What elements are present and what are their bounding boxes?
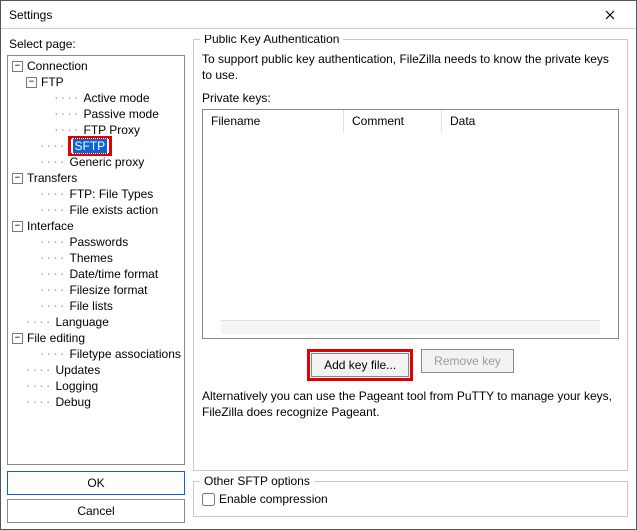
col-comment[interactable]: Comment: [343, 110, 441, 132]
minus-icon[interactable]: −: [12, 333, 23, 344]
table-header: Filename Comment Data: [203, 110, 618, 132]
other-sftp-group: Other SFTP options Enable compression: [193, 481, 628, 517]
select-page-label: Select page:: [9, 37, 185, 51]
window-title: Settings: [9, 8, 52, 22]
pk-group-title: Public Key Authentication: [200, 35, 343, 46]
tree-node-filetype-assoc[interactable]: ····Filetype associations: [26, 346, 184, 362]
dialog-body: Select page: − Connection − FTP: [1, 29, 636, 529]
tree-node-ftp-filetypes[interactable]: ····FTP: File Types: [26, 186, 184, 202]
right-pane: Public Key Authentication To support pub…: [191, 35, 630, 523]
tree-node-updates[interactable]: ····Updates: [12, 362, 184, 378]
pageant-note: Alternatively you can use the Pageant to…: [202, 389, 619, 420]
cancel-button[interactable]: Cancel: [7, 499, 185, 523]
tree-node-ftp[interactable]: − FTP: [26, 74, 184, 90]
tree-node-passwords[interactable]: ····Passwords: [26, 234, 184, 250]
highlight-sftp: SFTP: [68, 136, 113, 156]
col-data[interactable]: Data: [441, 110, 618, 132]
tree-node-datetime-format[interactable]: ····Date/time format: [26, 266, 184, 282]
tree-node-generic-proxy[interactable]: ····Generic proxy: [26, 154, 184, 170]
tree-node-sftp[interactable]: ···· SFTP: [26, 138, 184, 154]
tree-node-file-exists[interactable]: ····File exists action: [26, 202, 184, 218]
tree-node-file-lists[interactable]: ····File lists: [26, 298, 184, 314]
pk-description: To support public key authentication, Fi…: [202, 52, 619, 83]
tree-node-file-editing[interactable]: − File editing: [12, 330, 184, 346]
ok-button[interactable]: OK: [7, 471, 185, 495]
minus-icon[interactable]: −: [26, 77, 37, 88]
horizontal-scrollbar[interactable]: [221, 320, 600, 334]
tree-node-transfers[interactable]: − Transfers: [12, 170, 184, 186]
pk-auth-group: Public Key Authentication To support pub…: [193, 39, 628, 471]
table-body: [203, 132, 618, 320]
minus-icon[interactable]: −: [12, 173, 23, 184]
tree-node-themes[interactable]: ····Themes: [26, 250, 184, 266]
enable-compression-row[interactable]: Enable compression: [202, 492, 619, 506]
minus-icon[interactable]: −: [12, 221, 23, 232]
enable-compression-label: Enable compression: [219, 492, 328, 506]
add-key-file-button[interactable]: Add key file...: [311, 353, 409, 377]
other-group-title: Other SFTP options: [200, 474, 314, 488]
titlebar: Settings: [1, 1, 636, 29]
highlight-add-key: Add key file...: [307, 349, 413, 381]
tree-node-connection[interactable]: − Connection: [12, 58, 184, 74]
tree-node-language[interactable]: ····Language: [12, 314, 184, 330]
tree-node-filesize-format[interactable]: ····Filesize format: [26, 282, 184, 298]
private-keys-table[interactable]: Filename Comment Data: [202, 109, 619, 339]
tree-node-active-mode[interactable]: ····Active mode: [40, 90, 184, 106]
col-filename[interactable]: Filename: [203, 110, 343, 132]
left-pane: Select page: − Connection − FTP: [7, 35, 185, 523]
remove-key-button[interactable]: Remove key: [421, 349, 514, 373]
tree-node-debug[interactable]: ····Debug: [12, 394, 184, 410]
tree-node-passive-mode[interactable]: ····Passive mode: [40, 106, 184, 122]
private-keys-label: Private keys:: [202, 91, 619, 105]
close-button[interactable]: [590, 4, 630, 26]
tree-node-logging[interactable]: ····Logging: [12, 378, 184, 394]
settings-tree[interactable]: − Connection − FTP ····Active mode: [7, 55, 185, 465]
enable-compression-checkbox[interactable]: [202, 493, 215, 506]
close-icon: [605, 10, 615, 20]
minus-icon[interactable]: −: [12, 61, 23, 72]
settings-window: Settings Select page: − Connection: [0, 0, 637, 530]
tree-node-interface[interactable]: − Interface: [12, 218, 184, 234]
